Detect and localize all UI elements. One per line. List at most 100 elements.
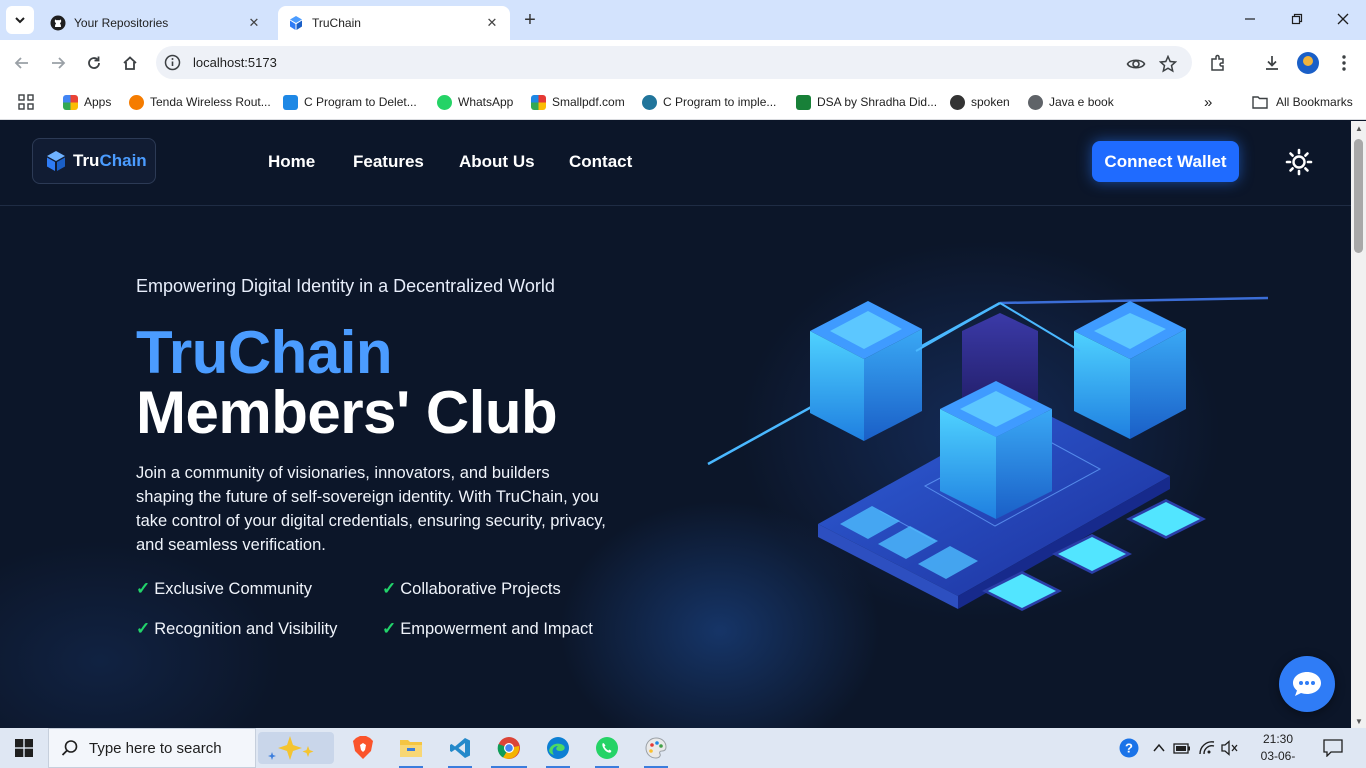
help-icon[interactable]: ? [1119, 738, 1139, 758]
nav-features[interactable]: Features [353, 152, 424, 172]
restore-button[interactable] [1285, 8, 1309, 32]
copilot-widget[interactable] [258, 732, 334, 764]
tab-title: TruChain [312, 16, 361, 30]
tab-your-repositories[interactable]: Your Repositories ✕ [40, 6, 272, 40]
tab-truchain[interactable]: TruChain ✕ [278, 6, 510, 40]
spoken-icon [950, 94, 965, 110]
brave-icon[interactable] [339, 728, 387, 768]
url-text: localhost:5173 [193, 55, 277, 70]
check-icon: ✓ [136, 619, 151, 638]
truchain-logo-icon [47, 151, 65, 171]
close-window-button[interactable] [1331, 8, 1355, 32]
connect-wallet-button[interactable]: Connect Wallet [1092, 141, 1239, 182]
tab-search-button[interactable] [6, 6, 34, 34]
sparkle-icon [268, 736, 314, 760]
clock-time: 21:30 [1262, 732, 1294, 746]
svg-text:?: ? [1125, 741, 1133, 756]
back-button[interactable] [9, 50, 35, 76]
home-icon [123, 56, 137, 70]
windows-logo-icon [15, 739, 33, 757]
reload-icon [88, 56, 100, 69]
scrollbar-thumb[interactable] [1354, 139, 1363, 253]
bookmark-c-program-implement[interactable]: C Program to imple... [642, 93, 776, 111]
hero-title-brand: TruChain [136, 319, 393, 386]
chevron-down-icon [15, 17, 25, 24]
paint-icon[interactable] [632, 728, 680, 768]
whatsapp-icon[interactable] [583, 728, 631, 768]
chrome-icon[interactable] [485, 728, 533, 768]
system-clock[interactable]: 21:30 03-06-2025 [1252, 731, 1304, 768]
close-icon[interactable]: ✕ [246, 15, 262, 31]
bookmark-dsa[interactable]: DSA by Shradha Did... [796, 93, 937, 111]
battery-icon[interactable] [1172, 738, 1192, 758]
blockchain-illustration [707, 296, 1269, 611]
eye-icon[interactable] [1126, 54, 1146, 74]
nav-about-us[interactable]: About Us [459, 152, 535, 172]
theme-toggle-sun-icon[interactable] [1285, 148, 1313, 176]
bookmark-label: Smallpdf.com [552, 95, 625, 109]
search-placeholder: Type here to search [89, 739, 222, 757]
address-bar[interactable]: localhost:5173 [156, 46, 1192, 79]
new-tab-button[interactable]: + [518, 9, 542, 33]
more-bookmarks-icon[interactable]: » [1204, 93, 1212, 111]
download-icon[interactable] [1260, 51, 1284, 75]
whatsapp-icon [437, 94, 452, 110]
scroll-up-icon[interactable]: ▲ [1355, 124, 1363, 133]
check-icon: ✓ [382, 579, 397, 598]
chevron-up-icon[interactable] [1149, 738, 1169, 758]
github-icon [50, 15, 66, 31]
profile-avatar[interactable] [1297, 52, 1319, 74]
edge-icon[interactable] [534, 728, 582, 768]
smallpdf-icon [531, 94, 546, 110]
scroll-down-icon[interactable]: ▼ [1355, 717, 1363, 726]
reload-button[interactable] [81, 50, 107, 76]
close-icon[interactable]: ✕ [484, 15, 500, 31]
file-explorer-icon[interactable] [387, 728, 435, 768]
extensions-icon[interactable] [1206, 51, 1230, 75]
sheets-icon [796, 94, 811, 110]
more-menu-icon[interactable] [1332, 51, 1356, 75]
page-scrollbar[interactable]: ▲ ▼ [1351, 121, 1366, 728]
bookmark-c-program-delete[interactable]: C Program to Delet... [283, 93, 417, 111]
feature-label: Empowerment and Impact [400, 619, 593, 638]
notification-icon[interactable] [1323, 738, 1343, 758]
minimize-icon [1245, 18, 1255, 20]
start-button[interactable] [0, 728, 48, 768]
feature-item: ✓ Exclusive Community [136, 579, 312, 599]
bookmark-tenda[interactable]: Tenda Wireless Rout... [129, 93, 271, 111]
site-logo[interactable]: TruChain [32, 138, 156, 184]
chat-button[interactable] [1279, 656, 1335, 712]
apps-grid-icon[interactable] [18, 93, 34, 111]
wifi-icon[interactable] [1197, 738, 1217, 758]
hero-description: Join a community of visionaries, innovat… [136, 464, 606, 554]
nav-contact[interactable]: Contact [569, 152, 632, 172]
bookmark-star-icon[interactable] [1158, 54, 1178, 74]
bookmark-apps[interactable]: Apps [63, 93, 111, 111]
feature-item: ✓ Collaborative Projects [382, 579, 561, 599]
chat-bubble-icon [1293, 672, 1321, 696]
vscode-icon[interactable] [436, 728, 484, 768]
bookmark-smallpdf[interactable]: Smallpdf.com [531, 93, 625, 111]
hero-tagline: Empowering Digital Identity in a Decentr… [136, 276, 555, 296]
nav-home[interactable]: Home [268, 152, 315, 172]
feature-label: Collaborative Projects [400, 579, 561, 598]
bookmark-whatsapp[interactable]: WhatsApp [437, 93, 513, 111]
minimize-button[interactable] [1238, 8, 1262, 32]
taskbar-search[interactable]: Type here to search [48, 728, 256, 768]
all-bookmarks[interactable]: All Bookmarks [1252, 93, 1353, 111]
site-info-icon[interactable] [164, 54, 181, 71]
bookmark-java-ebook[interactable]: Java e book [1028, 93, 1114, 111]
bookmark-label: Java e book [1049, 95, 1114, 109]
volume-muted-icon[interactable] [1220, 738, 1240, 758]
bookmarks-bar: Apps Tenda Wireless Rout... C Program to… [0, 85, 1366, 120]
feature-label: Recognition and Visibility [154, 619, 338, 638]
c-program-icon [283, 94, 298, 110]
web-page: TruChain Home Features About Us Contact … [0, 121, 1351, 728]
bookmark-label: C Program to Delet... [304, 95, 417, 109]
forward-button[interactable] [45, 50, 71, 76]
bookmark-spoken[interactable]: spoken [950, 93, 1010, 111]
browser-tabstrip: Your Repositories ✕ TruChain ✕ + [0, 0, 1366, 40]
search-icon [61, 740, 78, 756]
home-button[interactable] [117, 50, 143, 76]
browser-toolbar: localhost:5173 [0, 40, 1366, 85]
